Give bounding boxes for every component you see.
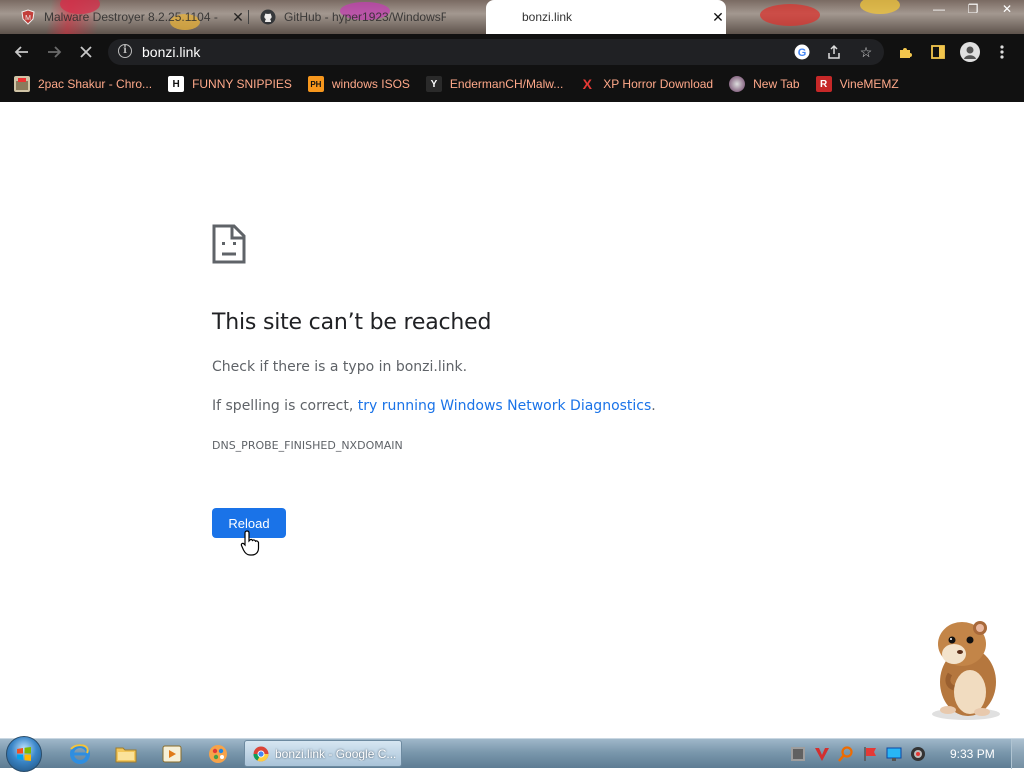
svg-text:M: M xyxy=(25,15,31,22)
share-icon[interactable] xyxy=(826,44,842,60)
tray-speaker-icon[interactable] xyxy=(910,746,926,762)
bookmark-funny-snippies[interactable]: H FUNNY SNIPPIES xyxy=(168,76,292,92)
taskbar-chrome-window[interactable]: bonzi.link - Google C... xyxy=(244,740,402,767)
file-explorer-icon[interactable] xyxy=(106,742,146,766)
tab-title: bonzi.link xyxy=(522,10,573,24)
error-diagnostics-hint: If spelling is correct, try running Wind… xyxy=(212,398,656,414)
paint-app-icon[interactable] xyxy=(198,742,238,766)
bookmark-star-icon[interactable]: ☆ xyxy=(858,44,874,60)
tab-separator xyxy=(248,10,249,24)
system-tray xyxy=(790,744,934,764)
taskbar-clock[interactable]: 9:33 PM xyxy=(950,747,995,761)
menu-kebab-icon[interactable] xyxy=(992,42,1012,62)
tab-title: Malware Destroyer 8.2.25.1104 - xyxy=(44,10,218,24)
sad-document-icon xyxy=(212,224,246,264)
address-bar[interactable]: i bonzi.link G ☆ xyxy=(108,39,884,65)
tray-app-icon[interactable] xyxy=(790,746,806,762)
url-text: bonzi.link xyxy=(142,44,201,60)
browser-toolbar: i bonzi.link G ☆ xyxy=(0,34,1024,70)
restore-icon[interactable]: ❐ xyxy=(956,0,990,18)
close-tab-icon[interactable]: ✕ xyxy=(710,9,726,26)
tab-malware-destroyer[interactable]: M Malware Destroyer 8.2.25.1104 - ✕ xyxy=(14,2,246,32)
diagnostics-suffix: . xyxy=(651,398,656,414)
taskbar-task-label: bonzi.link - Google C... xyxy=(275,746,397,761)
background-splat xyxy=(760,4,820,26)
svg-text:G: G xyxy=(798,47,807,59)
start-button[interactable] xyxy=(6,736,42,772)
back-arrow-icon[interactable] xyxy=(12,42,32,62)
bookmark-label: 2pac Shakur - Chro... xyxy=(38,77,153,91)
windows-logo-icon xyxy=(17,747,31,761)
r-logo-icon: R xyxy=(815,76,832,92)
forward-arrow-icon[interactable] xyxy=(44,42,64,62)
error-typo-hint: Check if there is a typo in bonzi.link. xyxy=(212,359,468,375)
site-info-icon[interactable]: i xyxy=(118,44,132,58)
tray-display-icon[interactable] xyxy=(886,746,902,762)
github-icon xyxy=(260,9,276,25)
h-logo-icon: H xyxy=(168,76,185,92)
tab-bonzi-link[interactable]: bonzi.link ✕ xyxy=(486,0,726,34)
bookmark-label: windows ISOS xyxy=(331,77,410,91)
close-tab-icon[interactable]: ✕ xyxy=(230,9,246,26)
bookmarks-bar: 2pac Shakur - Chro... H FUNNY SNIPPIES P… xyxy=(0,70,1024,98)
tab-strip: M Malware Destroyer 8.2.25.1104 - ✕ GitH… xyxy=(0,0,1024,34)
show-desktop-button[interactable] xyxy=(1011,739,1024,769)
tray-flag-icon[interactable] xyxy=(862,746,878,762)
side-panel-icon[interactable] xyxy=(928,42,948,62)
yp-logo-icon: Y xyxy=(425,76,442,92)
bookmark-vinememz[interactable]: R VineMEMZ xyxy=(815,76,899,92)
error-title: This site can’t be reached xyxy=(212,310,492,335)
hand-cursor-icon xyxy=(240,530,260,556)
chrome-icon xyxy=(253,746,269,761)
ph-logo-icon: PH xyxy=(307,76,324,92)
shield-favicon-icon: M xyxy=(21,9,35,25)
background-splat xyxy=(860,0,900,14)
bookmark-new-tab[interactable]: New Tab xyxy=(729,76,800,92)
network-diagnostics-link[interactable]: try running Windows Network Diagnostics xyxy=(358,398,652,414)
diagnostics-prefix: If spelling is correct, xyxy=(212,398,358,414)
internet-explorer-icon[interactable] xyxy=(60,742,100,766)
minimize-icon[interactable]: — xyxy=(922,0,956,18)
tab-title: GitHub - hyper1923/WindowsF xyxy=(284,10,446,24)
bookmark-label: EndermanCH/Malw... xyxy=(449,77,564,91)
bookmark-label: VineMEMZ xyxy=(839,77,899,91)
windows-taskbar: bonzi.link - Google C... 9:33 PM xyxy=(0,736,1024,772)
window-controls: — ❐ ✕ xyxy=(922,0,1024,18)
stop-loading-icon[interactable] xyxy=(76,42,96,62)
tray-v-icon[interactable] xyxy=(814,746,830,762)
tab-github[interactable]: GitHub - hyper1923/WindowsF xyxy=(256,2,446,32)
x-logo-icon: X xyxy=(582,76,592,92)
tray-search-icon[interactable] xyxy=(838,746,854,762)
bookmark-xp-horror[interactable]: X XP Horror Download xyxy=(579,76,714,92)
media-player-icon[interactable] xyxy=(152,742,192,766)
bookmark-windows-isos[interactable]: PH windows ISOS xyxy=(307,76,410,92)
close-window-icon[interactable]: ✕ xyxy=(990,0,1024,18)
bookmark-2pac[interactable]: 2pac Shakur - Chro... xyxy=(14,76,152,92)
bookmark-endermanch[interactable]: Y EndermanCH/Malw... xyxy=(425,76,564,92)
bookmark-favicon xyxy=(14,76,30,92)
globe-avatar-icon xyxy=(729,76,746,92)
bookmark-label: New Tab xyxy=(753,77,800,91)
error-code: DNS_PROBE_FINISHED_NXDOMAIN xyxy=(212,439,403,452)
error-page: This site can’t be reached Check if ther… xyxy=(0,102,1024,738)
bookmark-label: FUNNY SNIPPIES xyxy=(192,77,292,91)
google-icon[interactable]: G xyxy=(794,44,810,60)
profile-avatar-icon[interactable] xyxy=(960,42,980,62)
hamster-desktop-pet-icon xyxy=(932,621,1000,720)
extensions-puzzle-icon[interactable] xyxy=(896,42,916,62)
bookmark-label: XP Horror Download xyxy=(603,77,714,91)
